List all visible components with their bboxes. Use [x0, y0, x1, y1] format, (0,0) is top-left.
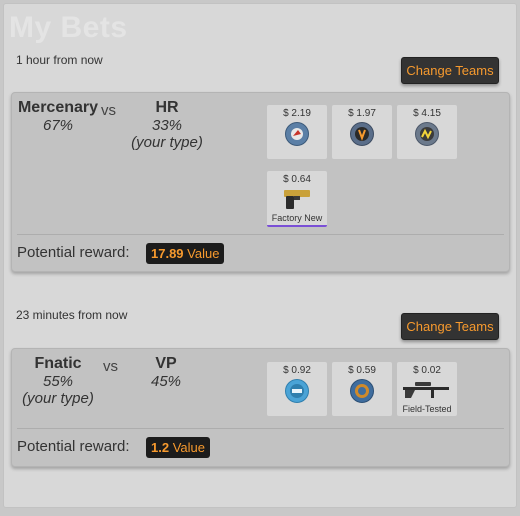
bet-item[interactable]: $ 2.19	[267, 105, 327, 159]
one-sticker-icon	[285, 379, 309, 403]
team-1[interactable]: Fnatic 55% (your type)	[16, 355, 100, 407]
bet-time: 1 hour from now	[16, 53, 103, 67]
item-price: $ 0.64	[283, 174, 311, 185]
team-2[interactable]: VP 45%	[138, 355, 194, 390]
reward-unit: Value	[187, 246, 220, 261]
reward-label: Potential reward:	[17, 438, 130, 455]
team-2[interactable]: HR 33% (your type)	[122, 99, 212, 151]
bet-item[interactable]: $ 0.92	[267, 362, 327, 416]
item-condition: Field-Tested	[402, 404, 452, 414]
team-name: Mercenary	[17, 99, 99, 116]
reward-label: Potential reward:	[17, 244, 130, 261]
page-title: My Bets	[9, 11, 128, 44]
reward-value: 17.89	[151, 246, 184, 261]
team-percent: 33%	[151, 117, 183, 134]
change-teams-button[interactable]: Change Teams	[401, 313, 499, 340]
team-1[interactable]: Mercenary 67%	[16, 99, 100, 134]
item-price: $ 1.97	[348, 108, 376, 119]
navi-sticker-icon	[415, 122, 439, 146]
team-name: Fnatic	[34, 355, 82, 372]
change-teams-button[interactable]: Change Teams	[401, 57, 499, 84]
team-percent: 45%	[150, 373, 182, 390]
reward-unit: Value	[172, 440, 205, 455]
sniper-rifle-icon	[401, 378, 453, 400]
vs-label: vs	[103, 358, 118, 375]
team-percent: 67%	[42, 117, 74, 134]
team-name: VP	[155, 355, 177, 372]
fnatic-sticker-icon	[350, 122, 374, 146]
red-team-sticker-icon	[285, 122, 309, 146]
bet-item[interactable]: $ 0.64 Factory New	[267, 171, 327, 227]
reward-badge: 1.2 Value	[146, 437, 210, 458]
match-card: Fnatic 55% (your type) vs VP 45% $ 0.92 …	[11, 348, 510, 467]
team-name: HR	[155, 99, 179, 116]
your-type-note: (your type)	[131, 134, 203, 151]
gold-pistol-icon	[280, 187, 314, 211]
divider	[17, 234, 504, 235]
item-price: $ 0.59	[348, 365, 376, 376]
bet-time: 23 minutes from now	[16, 308, 128, 322]
vs-label: vs	[101, 102, 116, 119]
bet-item[interactable]: $ 1.97	[332, 105, 392, 159]
item-price: $ 0.92	[283, 365, 311, 376]
match-card: Mercenary 67% vs HR 33% (your type) $ 2.…	[11, 92, 510, 272]
bet-item[interactable]: $ 0.02 Field-Tested	[397, 362, 457, 416]
reward-value: 1.2	[151, 440, 170, 455]
item-price: $ 2.19	[283, 108, 311, 119]
item-price: $ 0.02	[413, 365, 441, 376]
bet-item[interactable]: $ 4.15	[397, 105, 457, 159]
reward-badge: 17.89 Value	[146, 243, 225, 264]
your-type-note: (your type)	[22, 390, 94, 407]
divider	[17, 428, 504, 429]
esl-sticker-icon	[350, 379, 374, 403]
bet-item[interactable]: $ 0.59	[332, 362, 392, 416]
item-condition: Factory New	[271, 213, 323, 223]
team-percent: 55%	[42, 373, 74, 390]
item-price: $ 4.15	[413, 108, 441, 119]
my-bets-panel: My Bets 1 hour from now Change Teams Mer…	[3, 3, 517, 508]
